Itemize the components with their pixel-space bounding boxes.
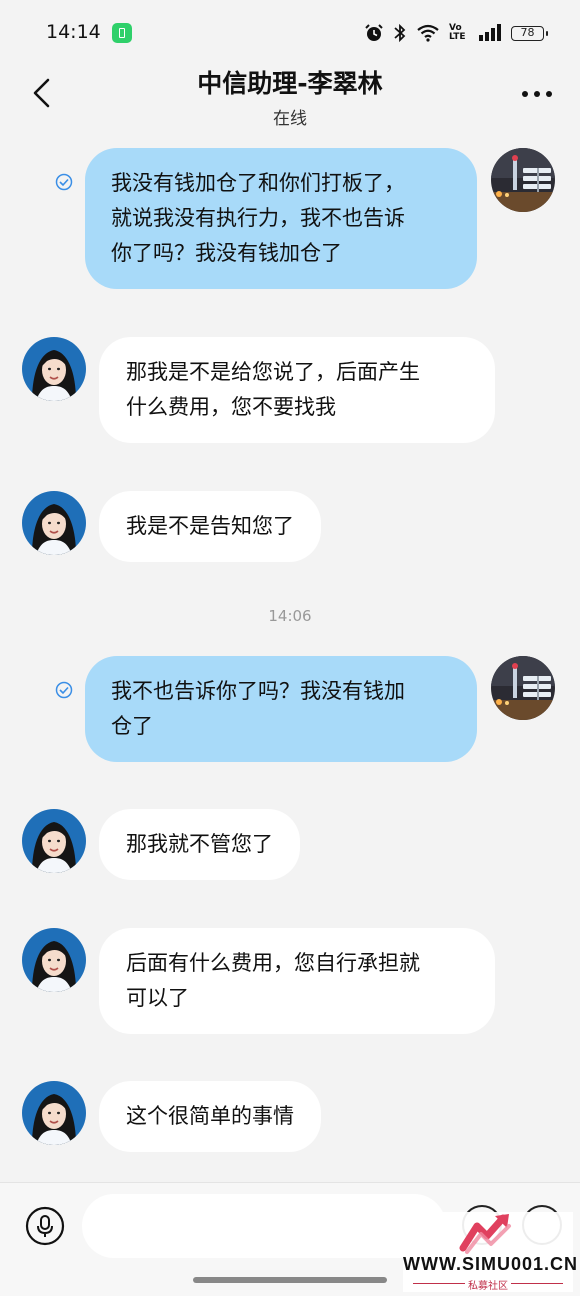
message-line: 我不也告诉你了吗？我没有钱加	[111, 679, 405, 703]
message-line: 那我就不管您了	[126, 832, 273, 856]
message-bubble[interactable]: 我没有钱加仓了和你们打板了， 就说我没有执行力，我不也告诉 你了吗？我没有钱加仓…	[85, 148, 477, 289]
agent-avatar[interactable]	[22, 491, 86, 555]
alarm-icon	[365, 24, 383, 41]
message-line: 可以了	[126, 986, 189, 1010]
watermark-site: WWW.SIMU001.CN	[403, 1254, 579, 1274]
more-button[interactable]	[520, 82, 554, 106]
online-status: 在线	[273, 109, 307, 129]
user-avatar[interactable]	[491, 656, 555, 720]
app-notification-icon	[112, 23, 132, 43]
volte-icon: Vo LTE	[449, 23, 466, 42]
watermark-logo-icon	[459, 1214, 511, 1254]
agent-avatar[interactable]	[22, 809, 86, 873]
home-indicator[interactable]	[193, 1277, 387, 1283]
chat-header: 中信助理-李翠林 在线	[0, 64, 580, 134]
bluetooth-icon	[394, 23, 406, 43]
watermark: WWW.SIMU001.CN 私募社区	[403, 1212, 579, 1292]
message-bubble[interactable]: 那我是不是给您说了，后面产生 什么费用，您不要找我	[99, 337, 495, 443]
message-line: 你了吗？我没有钱加仓了	[111, 241, 342, 265]
read-check-icon	[55, 681, 73, 699]
microphone-icon[interactable]	[25, 1206, 65, 1246]
agent-avatar[interactable]	[22, 1081, 86, 1145]
status-time: 14:14	[46, 21, 101, 43]
message-bubble[interactable]: 我不也告诉你了吗？我没有钱加 仓了	[85, 656, 477, 762]
message-bubble[interactable]: 我是不是告知您了	[99, 491, 321, 562]
wifi-icon	[417, 24, 439, 42]
message-line: 仓了	[111, 714, 153, 738]
user-avatar[interactable]	[491, 148, 555, 212]
status-icons: Vo LTE 78	[364, 20, 548, 46]
message-bubble[interactable]: 那我就不管您了	[99, 809, 300, 880]
signal-icon	[479, 24, 501, 41]
message-line: 就说我没有执行力，我不也告诉	[111, 206, 405, 230]
message-input[interactable]	[82, 1194, 446, 1258]
message-line: 什么费用，您不要找我	[126, 395, 336, 419]
read-check-icon	[55, 173, 73, 191]
status-bar: 14:14 Vo LTE 78	[0, 0, 580, 64]
message-line: 我是不是告知您了	[126, 514, 294, 538]
chat-title: 中信助理-李翠林	[197, 69, 383, 98]
agent-avatar[interactable]	[22, 337, 86, 401]
message-bubble[interactable]: 这个很简单的事情	[99, 1081, 321, 1152]
message-line: 这个很简单的事情	[126, 1104, 294, 1128]
agent-avatar[interactable]	[22, 928, 86, 992]
time-divider: 14:06	[268, 607, 312, 625]
message-line: 后面有什么费用，您自行承担就	[126, 951, 420, 975]
battery-icon: 78	[511, 25, 548, 41]
message-line: 那我是不是给您说了，后面产生	[126, 360, 420, 384]
message-bubble[interactable]: 后面有什么费用，您自行承担就 可以了	[99, 928, 495, 1034]
watermark-subtitle: 私募社区	[468, 1281, 508, 1292]
watermark-rule	[511, 1283, 563, 1284]
message-line: 我没有钱加仓了和你们打板了，	[111, 171, 405, 195]
